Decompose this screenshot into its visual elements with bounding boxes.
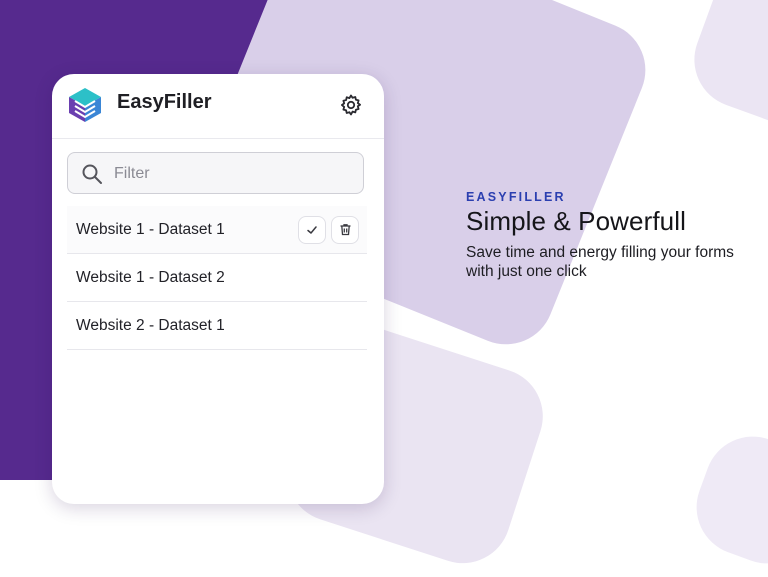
filter-input[interactable] (112, 153, 356, 195)
promo-eyebrow: EASYFILLER (466, 190, 566, 204)
list-item[interactable]: Website 1 - Dataset 1 (67, 206, 367, 254)
list-item[interactable]: Website 1 - Dataset 2 (67, 254, 367, 302)
search-icon (82, 164, 102, 184)
check-icon (307, 225, 317, 234)
delete-button[interactable] (331, 215, 359, 244)
row-actions (298, 215, 359, 244)
decorative-shape (680, 0, 768, 144)
decorative-shape (683, 423, 768, 577)
popup-header: EasyFiller (52, 74, 384, 139)
dataset-label: Website 1 - Dataset 1 (76, 220, 225, 238)
filter-field[interactable] (67, 152, 364, 195)
trash-icon (340, 224, 350, 236)
list-item[interactable]: Website 2 - Dataset 1 (67, 302, 367, 350)
gear-icon (341, 94, 361, 116)
promo-subtitle: Save time and energy filling your forms … (466, 244, 734, 280)
extension-popup: EasyFiller Website 1 - Dataset 1 (52, 74, 384, 504)
dataset-label: Website 1 - Dataset 2 (76, 268, 225, 286)
apply-button[interactable] (298, 215, 326, 244)
app-title: EasyFiller (117, 91, 212, 113)
promo-copy: EASYFILLER Simple & Powerfull Save time … (466, 190, 756, 281)
dataset-list: Website 1 - Dataset 1 Website 1 - Datase… (67, 206, 367, 350)
settings-button[interactable] (338, 92, 364, 118)
promo-title: Simple & Powerfull (466, 206, 686, 236)
dataset-label: Website 2 - Dataset 1 (76, 316, 225, 334)
stacked-layers-logo-icon (69, 88, 101, 122)
